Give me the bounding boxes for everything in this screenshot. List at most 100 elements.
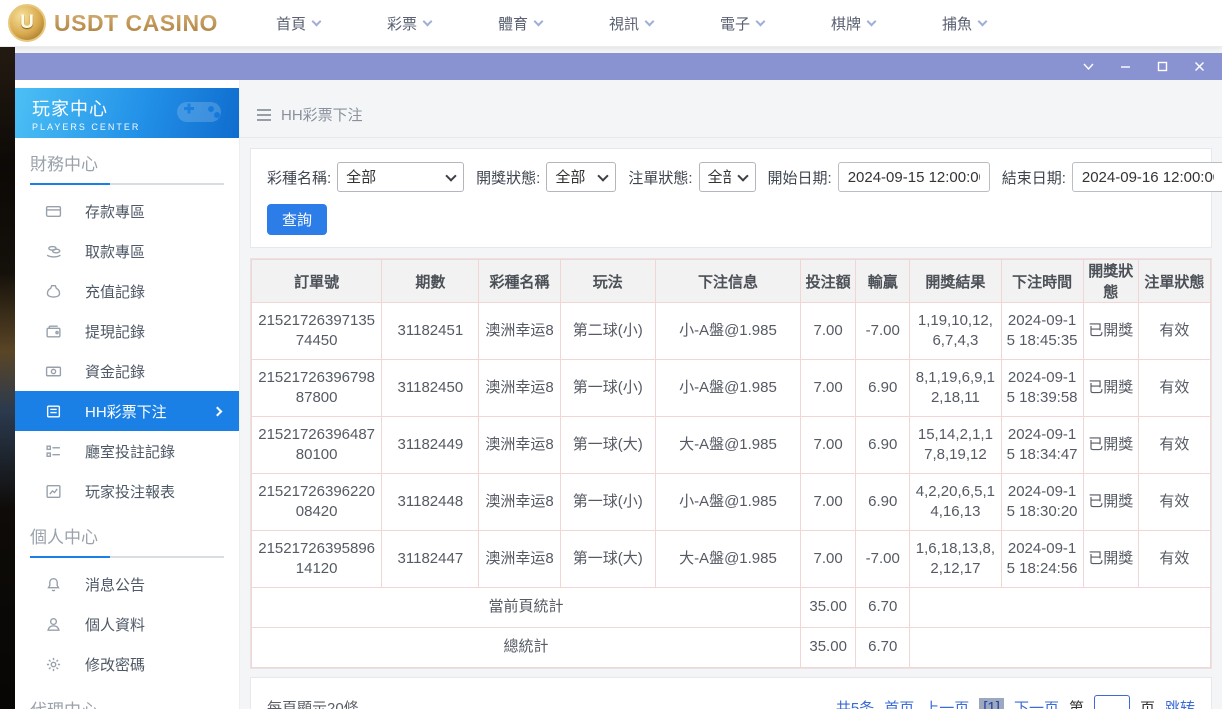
start-date-input[interactable] [838, 162, 990, 192]
nav-item-2[interactable]: 體育 [498, 13, 542, 34]
sidebar-item-withdraw-area[interactable]: 取款專區 [15, 231, 239, 271]
nav-item-3[interactable]: 視訊 [609, 13, 653, 34]
bank-card-icon [45, 202, 63, 220]
sidebar-item-player-bet-report[interactable]: 玩家投注報表 [15, 471, 239, 511]
minimize-icon[interactable] [1119, 60, 1132, 73]
nav-item-5[interactable]: 棋牌 [831, 13, 875, 34]
bell-icon [45, 575, 63, 593]
table-cell: 7.00 [801, 474, 856, 531]
table-cell: 第一球(大) [560, 531, 655, 588]
table-cell: 澳洲幸运8 [479, 531, 560, 588]
current-page-indicator[interactable]: [1] [979, 698, 1004, 709]
money-bag-icon [45, 282, 63, 300]
column-header: 下注時間 [1001, 260, 1083, 303]
column-header: 訂單號 [252, 260, 382, 303]
sidebar-item-deposit-area[interactable]: 存款專區 [15, 191, 239, 231]
order-status-select-wrap: 全部 [699, 162, 756, 192]
table-cell: 7.00 [801, 303, 856, 360]
search-button[interactable]: 查詢 [267, 204, 327, 235]
chevron-down-icon [423, 16, 433, 26]
chevron-right-icon [213, 406, 223, 416]
sidebar-item-withdrawal-records[interactable]: 提現記錄 [15, 311, 239, 351]
table-row: 215217263962200842031182448澳洲幸运8第一球(小)小-… [252, 474, 1211, 531]
page-jump-input[interactable] [1094, 695, 1130, 709]
summary-row: 總統計35.006.70 [252, 628, 1211, 668]
start-date-label: 開始日期: [768, 167, 832, 188]
column-header: 玩法 [560, 260, 655, 303]
table-cell: 澳洲幸运8 [479, 474, 560, 531]
table-cell: 31182447 [382, 531, 479, 588]
nav-item-label: 棋牌 [831, 13, 861, 34]
table-cell: -7.00 [856, 531, 910, 588]
room-list-icon [45, 442, 63, 460]
brand-logo[interactable]: U USDT CASINO [8, 4, 218, 42]
column-header: 輸贏 [856, 260, 910, 303]
table-cell: 小-A盤@1.985 [655, 360, 800, 417]
summary-bet-total: 35.00 [801, 628, 856, 668]
sidebar-section-title: 代理中心 [30, 696, 224, 709]
end-date-label: 結束日期: [1002, 167, 1066, 188]
sidebar: 玩家中心 PLAYERS CENTER 財務中心存款專區取款專區充值記錄提現記錄… [15, 80, 240, 709]
wallet-icon [45, 322, 63, 340]
nav-item-1[interactable]: 彩票 [387, 13, 431, 34]
nav-item-4[interactable]: 電子 [720, 13, 764, 34]
draw-status-select[interactable]: 全部 [546, 162, 616, 192]
sidebar-item-announcements[interactable]: 消息公告 [15, 564, 239, 604]
player-center-window: 玩家中心 PLAYERS CENTER 財務中心存款專區取款專區充值記錄提現記錄… [15, 53, 1222, 709]
sidebar-item-room-bet-records[interactable]: 廳室投註記錄 [15, 431, 239, 471]
sidebar-item-change-password[interactable]: 修改密碼 [15, 644, 239, 684]
first-page-link[interactable]: 首页 [884, 697, 914, 709]
table-cell: 第一球(小) [560, 474, 655, 531]
maximize-icon[interactable] [1156, 60, 1169, 73]
book-icon [45, 402, 63, 420]
sidebar-item-label: 取款專區 [85, 241, 145, 262]
nav-item-label: 首頁 [276, 13, 306, 34]
next-page-link[interactable]: 下一页 [1014, 697, 1059, 709]
sidebar-section-title: 財務中心 [30, 150, 224, 174]
nav-item-label: 體育 [498, 13, 528, 34]
draw-status-label: 開獎狀態: [476, 167, 540, 188]
withdraw-hand-icon [45, 242, 63, 260]
chevron-down-icon [312, 16, 322, 26]
table-cell: 澳洲幸运8 [479, 417, 560, 474]
sidebar-item-label: HH彩票下注 [85, 401, 167, 422]
hamburger-menu-icon[interactable] [256, 108, 272, 122]
sidebar-section-title: 個人中心 [30, 523, 224, 547]
sidebar-item-profile[interactable]: 個人資料 [15, 604, 239, 644]
summary-label: 當前頁統計 [252, 588, 801, 628]
page-jump-button[interactable]: 跳转 [1165, 697, 1195, 709]
table-cell: 31182448 [382, 474, 479, 531]
prev-page-link[interactable]: 上一页 [924, 697, 969, 709]
sidebar-item-funds-records[interactable]: 資金記錄 [15, 351, 239, 391]
table-row: 215217263964878010031182449澳洲幸运8第一球(大)大-… [252, 417, 1211, 474]
chevron-down-icon [756, 16, 766, 26]
nav-item-6[interactable]: 捕魚 [942, 13, 986, 34]
table-cell: -7.00 [856, 303, 910, 360]
table-cell: 31182449 [382, 417, 479, 474]
sidebar-item-label: 資金記錄 [85, 361, 145, 382]
close-icon[interactable] [1193, 60, 1206, 73]
order-status-label: 注單狀態: [628, 167, 692, 188]
banknote-icon [45, 362, 63, 380]
sidebar-item-recharge-records[interactable]: 充值記錄 [15, 271, 239, 311]
table-cell: 澳洲幸运8 [479, 360, 560, 417]
sidebar-item-hh-lottery-bets[interactable]: HH彩票下注 [15, 391, 239, 431]
table-cell: 7.00 [801, 417, 856, 474]
collapse-chevron-icon[interactable] [1082, 60, 1095, 73]
top-navigation-bar: U USDT CASINO 首頁 彩票 體育 視訊 電子 棋牌 捕魚 [0, 0, 1222, 47]
sidebar-item-label: 消息公告 [85, 574, 145, 595]
background-image-strip [0, 47, 15, 709]
column-header: 期數 [382, 260, 479, 303]
table-cell: 大-A盤@1.985 [655, 417, 800, 474]
table-cell: 1,19,10,12,6,7,4,3 [910, 303, 1001, 360]
pager: 共5条 首页 上一页 [1] 下一页 第 页 跳转 [836, 695, 1195, 709]
page: U USDT CASINO 首頁 彩票 體育 視訊 電子 棋牌 捕魚 [0, 0, 1222, 709]
lottery-name-select[interactable]: 全部 [337, 162, 464, 192]
table-cell: 1,6,18,13,8,2,12,17 [910, 531, 1001, 588]
order-status-select[interactable]: 全部 [699, 162, 756, 192]
column-header: 開獎結果 [910, 260, 1001, 303]
nav-item-0[interactable]: 首頁 [276, 13, 320, 34]
column-header: 開獎狀態 [1083, 260, 1138, 303]
table-cell: 有效 [1138, 360, 1210, 417]
end-date-input[interactable] [1072, 162, 1222, 192]
